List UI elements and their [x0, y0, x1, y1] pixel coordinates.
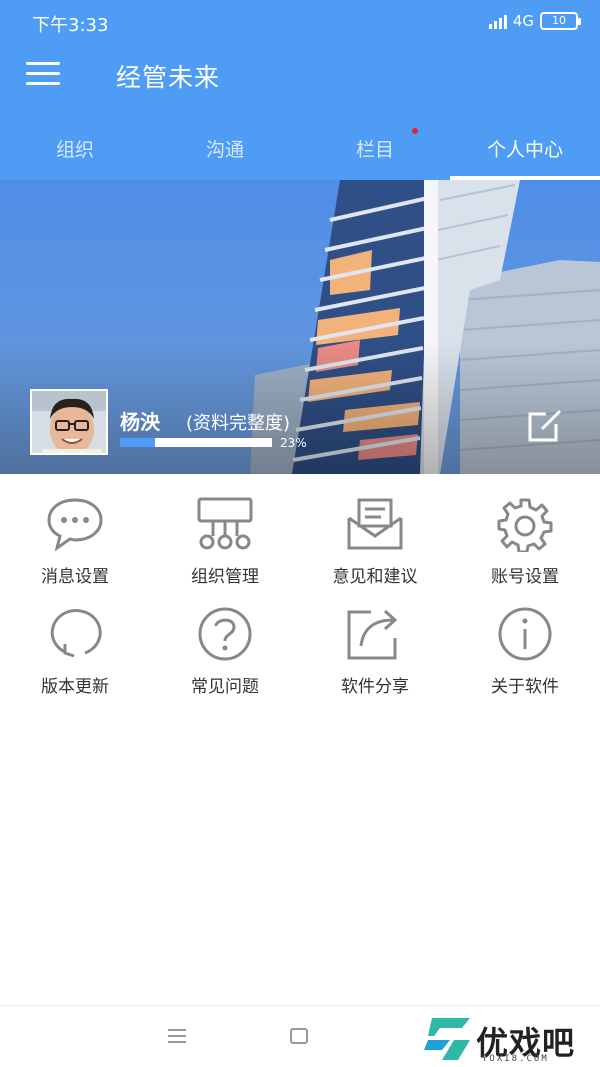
- profile-banner: 杨泱 (资料完整度) 23%: [0, 180, 600, 474]
- hamburger-menu-icon[interactable]: [26, 62, 60, 88]
- watermark-logo: 优戏吧 YOXI8.COM: [420, 1014, 598, 1066]
- chat-bubble-icon: [47, 498, 103, 552]
- settings-grid: 消息设置 组织管理 意见和建议 账号设置 版本更新 常见问题 软件分享 关于软件: [0, 476, 600, 697]
- progress-fill: [120, 438, 155, 447]
- watermark-subtext: YOXI8.COM: [482, 1054, 549, 1064]
- tab-label: 栏目: [355, 139, 394, 161]
- grid-item-label: 关于软件: [491, 677, 559, 697]
- question-icon: [198, 607, 252, 661]
- tab-columns[interactable]: 栏目: [300, 122, 450, 180]
- share-icon: [347, 609, 398, 660]
- grid-item-label: 账号设置: [491, 567, 559, 587]
- grid-item-message-settings[interactable]: 消息设置: [0, 476, 150, 587]
- user-name: 杨泱: [120, 410, 160, 434]
- grid-item-faq[interactable]: 常见问题: [150, 586, 300, 697]
- profile-completeness-label: (资料完整度): [186, 413, 291, 434]
- grid-item-label: 意见和建议: [332, 567, 418, 587]
- battery-icon: 10: [540, 12, 581, 30]
- grid-item-label: 常见问题: [191, 677, 259, 697]
- org-chart-icon: [197, 497, 253, 550]
- grid-item-label: 消息设置: [41, 567, 109, 587]
- tab-label: 个人中心: [486, 139, 563, 161]
- avatar[interactable]: [30, 389, 108, 455]
- info-icon: [498, 607, 552, 661]
- recent-apps-icon[interactable]: [168, 1029, 186, 1043]
- tab-label: 沟通: [205, 139, 244, 161]
- grid-item-label: 软件分享: [341, 677, 409, 697]
- refresh-icon: [50, 609, 102, 658]
- grid-item-account-settings[interactable]: 账号设置: [450, 476, 600, 587]
- tab-organization[interactable]: 组织: [0, 122, 150, 180]
- grid-item-feedback[interactable]: 意见和建议: [300, 476, 450, 587]
- top-bar: 下午3:33 4G 10 经管未来 组织 沟通 栏目 个人中心: [0, 0, 600, 180]
- status-bar: 下午3:33 4G 10: [0, 0, 600, 44]
- system-nav-bar: 优戏吧 YOXI8.COM: [0, 1005, 600, 1067]
- tab-bar: 组织 沟通 栏目 个人中心: [0, 122, 600, 180]
- grid-item-share-app[interactable]: 软件分享: [300, 586, 450, 697]
- user-photo: [32, 391, 106, 453]
- grid-item-version-update[interactable]: 版本更新: [0, 586, 150, 697]
- tab-communication[interactable]: 沟通: [150, 122, 300, 180]
- status-right: 4G 10: [488, 12, 581, 30]
- profile-completeness-value: 23%: [280, 436, 307, 450]
- edit-profile-icon[interactable]: [526, 408, 564, 444]
- page-title: 经管未来: [116, 63, 221, 92]
- tab-personal-center[interactable]: 个人中心: [450, 122, 600, 180]
- grid-item-label: 组织管理: [191, 567, 259, 587]
- status-time: 下午3:33: [32, 15, 109, 36]
- grid-item-about[interactable]: 关于软件: [450, 586, 600, 697]
- network-type: 4G: [512, 12, 534, 30]
- mail-icon: [347, 498, 403, 550]
- tab-label: 组织: [55, 139, 94, 161]
- gear-icon: [497, 498, 553, 552]
- signal-icon: [488, 13, 507, 29]
- grid-item-organization-management[interactable]: 组织管理: [150, 476, 300, 587]
- watermark-emblem-icon: [424, 1018, 470, 1060]
- notification-dot: [412, 128, 418, 134]
- profile-completeness-bar: [120, 438, 272, 447]
- home-icon[interactable]: [290, 1028, 308, 1044]
- grid-item-label: 版本更新: [41, 677, 109, 697]
